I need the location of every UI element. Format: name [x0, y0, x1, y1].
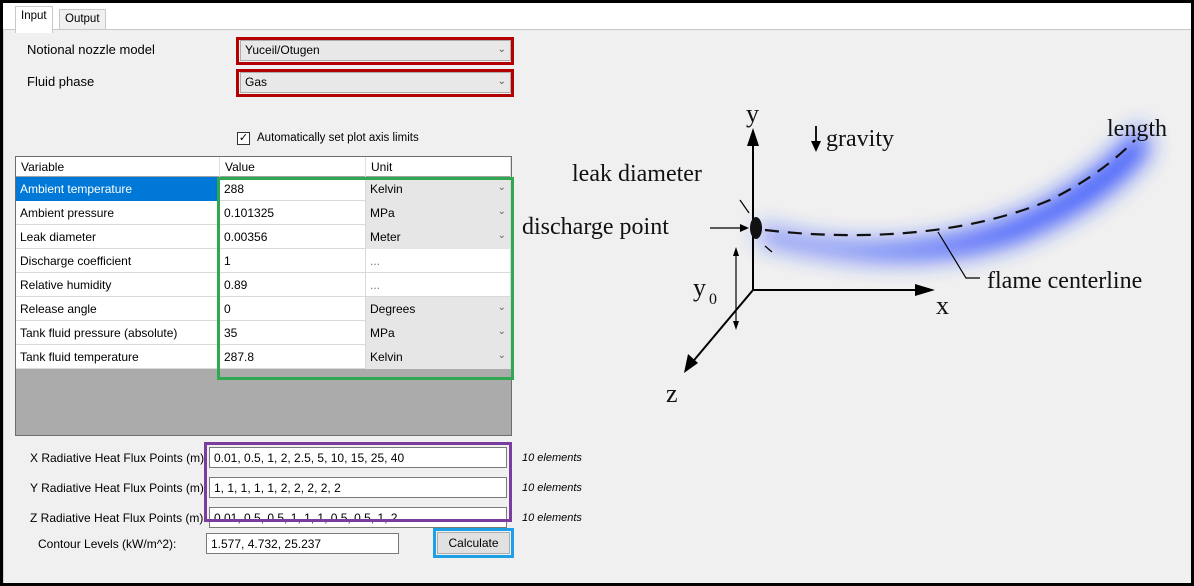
length-label: length [1107, 116, 1167, 142]
cell-variable[interactable]: Relative humidity [16, 273, 220, 297]
z-axis-label: z [666, 379, 678, 408]
discharge-arrow-icon [740, 224, 749, 232]
x-axis-arrow-icon [915, 284, 935, 296]
cell-variable[interactable]: Ambient pressure [16, 201, 220, 225]
x-flux-label: X Radiative Heat Flux Points (m): [30, 451, 208, 465]
y0-subscript: 0 [709, 291, 717, 308]
fluid-phase-label: Fluid phase [27, 74, 95, 89]
gravity-arrow-icon [811, 141, 821, 152]
header-unit[interactable]: Unit [366, 157, 511, 177]
header-variable[interactable]: Variable [16, 157, 220, 177]
tab-input-label: Input [21, 10, 47, 22]
z-flux-count: 10 elements [522, 512, 582, 524]
cell-variable[interactable]: Ambient temperature [16, 177, 220, 201]
tab-output-label: Output [65, 13, 100, 25]
cell-variable[interactable]: Discharge coefficient [16, 249, 220, 273]
y-axis-label: y [746, 99, 759, 128]
y-flux-count: 10 elements [522, 482, 582, 494]
gravity-label: gravity [826, 126, 894, 152]
flame-centerline-label: flame centerline [987, 268, 1142, 294]
jet-flame-diagram: y x z gravity length leak diameter disch… [522, 99, 1167, 408]
nozzle-model-label: Notional nozzle model [27, 42, 155, 57]
leak-orifice [750, 217, 762, 239]
tab-strip: Input Output [3, 3, 1191, 33]
tab-input[interactable]: Input [15, 6, 53, 33]
diameter-pointer-lower [764, 245, 773, 253]
y-axis-arrow-icon [747, 128, 759, 146]
cell-variable[interactable]: Tank fluid pressure (absolute) [16, 321, 220, 345]
highlight-flux [204, 442, 512, 522]
cell-variable[interactable]: Release angle [16, 297, 220, 321]
y0-label: y [693, 273, 706, 302]
highlight-phase [236, 69, 514, 97]
header-value[interactable]: Value [220, 157, 366, 177]
contour-input[interactable]: 1.577, 4.732, 25.237 [206, 533, 399, 554]
z-flux-label: Z Radiative Heat Flux Points (m): [30, 511, 207, 525]
y0-arrow-up-icon [733, 247, 739, 256]
x-axis-label: x [936, 291, 949, 320]
x-flux-count: 10 elements [522, 452, 582, 464]
y0-arrow-down-icon [733, 321, 739, 330]
contour-label: Contour Levels (kW/m^2): [38, 537, 177, 551]
highlight-nozzle [236, 37, 514, 65]
y-flux-label: Y Radiative Heat Flux Points (m): [30, 481, 208, 495]
highlight-values [217, 177, 514, 380]
highlight-calculate [433, 528, 514, 558]
grid-header: Variable Value Unit [16, 157, 511, 177]
cell-variable[interactable]: Tank fluid temperature [16, 345, 220, 369]
autolimits-checkbox[interactable]: ✓ [237, 132, 250, 145]
autolimits-label: Automatically set plot axis limits [257, 132, 419, 144]
leak-diameter-label: leak diameter [572, 161, 702, 187]
diameter-pointer [739, 199, 750, 214]
cell-variable[interactable]: Leak diameter [16, 225, 220, 249]
discharge-point-label: discharge point [522, 214, 669, 240]
